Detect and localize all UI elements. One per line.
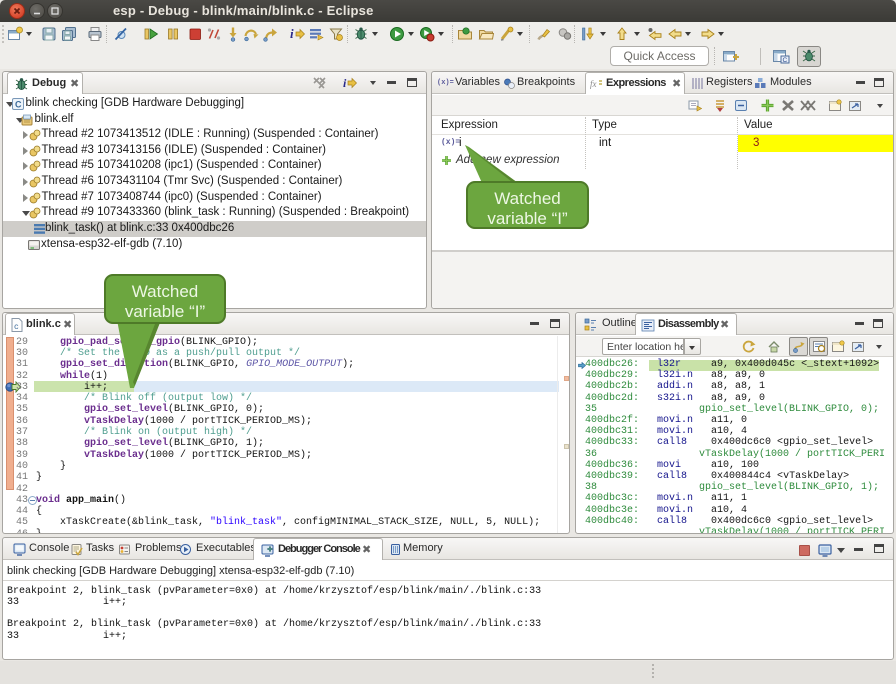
svg-text:fx: fx — [590, 79, 597, 89]
svg-text:i: i — [343, 76, 347, 90]
svg-text:c: c — [14, 323, 19, 332]
svg-text:C: C — [15, 100, 22, 110]
svg-text:C: C — [783, 57, 788, 64]
svg-text:i: i — [290, 26, 294, 41]
